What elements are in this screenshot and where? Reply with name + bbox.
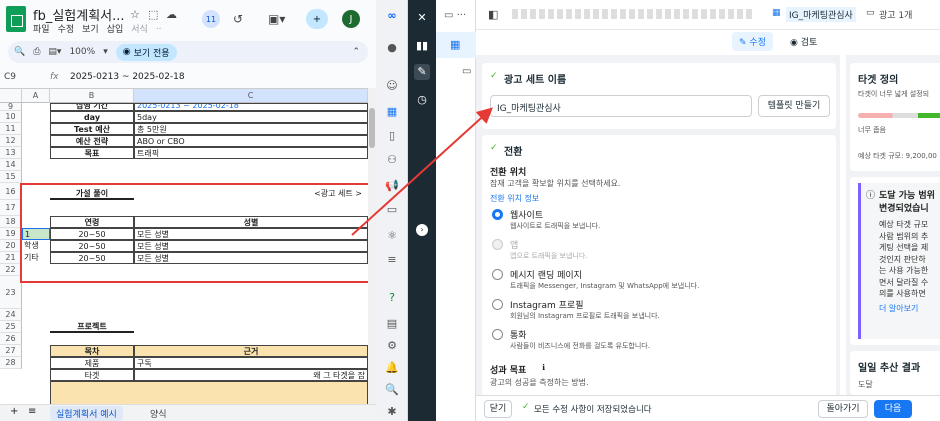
annotation-arrow <box>351 107 493 236</box>
